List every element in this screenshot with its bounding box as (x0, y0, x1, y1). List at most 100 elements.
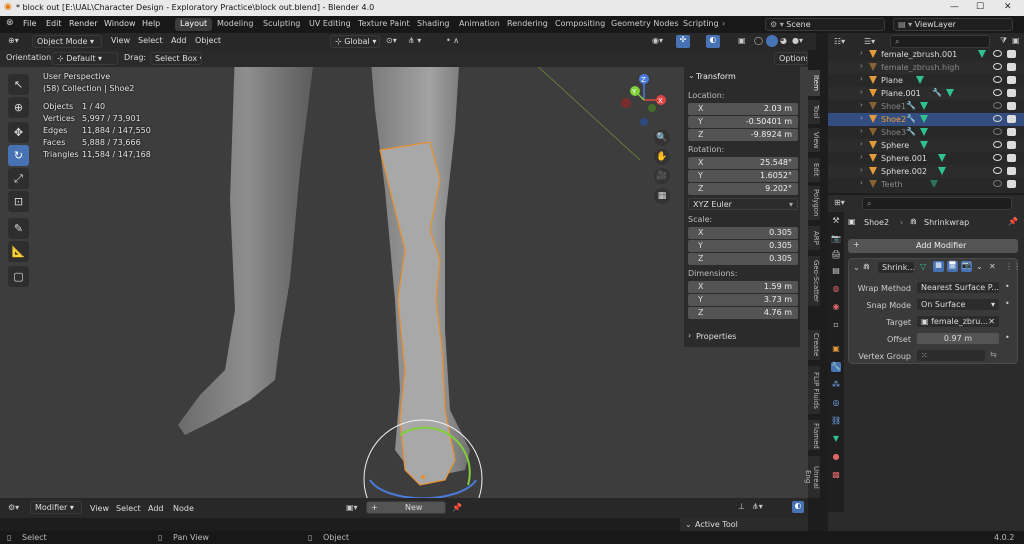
particles-tab-icon[interactable]: ⁂ (831, 380, 841, 390)
tab-edit[interactable]: Edit (808, 158, 820, 182)
menu-select[interactable]: Select (138, 36, 163, 45)
tab-polygon[interactable]: Polygon (808, 186, 820, 220)
hidden-eye-icon[interactable] (993, 102, 1002, 109)
pin-icon[interactable]: 📌 (452, 503, 462, 512)
view-layer-tab-icon[interactable]: ▤ (831, 266, 841, 276)
mode-dropdown[interactable]: Object Mode ▾ (32, 35, 102, 48)
hidden-eye-icon[interactable] (993, 180, 1002, 187)
visibility-eye-icon[interactable] (993, 115, 1002, 122)
navigation-gizmo[interactable]: Z X Y (616, 70, 672, 130)
render-camera-icon[interactable] (1007, 167, 1016, 175)
menu-view[interactable]: View (111, 36, 130, 45)
menu-view[interactable]: View (90, 504, 109, 513)
chevron-right-icon[interactable]: › (722, 19, 725, 28)
keyframe-dot-icon[interactable]: • (1005, 282, 1010, 291)
remove-modifier-icon[interactable]: ✕ (989, 262, 996, 271)
vertex-group-field[interactable]: ⁙ (916, 349, 986, 362)
tab-item[interactable]: Item (808, 70, 820, 96)
dropdown-chevron-icon[interactable]: ⌄ (976, 262, 983, 271)
chevron-down-icon[interactable]: ⌄ (688, 71, 695, 80)
editor-type-icon[interactable]: ⊕▾ (8, 36, 19, 45)
render-camera-icon[interactable] (1007, 128, 1016, 136)
render-camera-icon[interactable] (1007, 76, 1016, 84)
dimensions-z-field[interactable]: Z 4.76 m (688, 307, 798, 319)
menu-file[interactable]: File (23, 19, 36, 28)
outliner-row[interactable]: › Sphere (828, 139, 1024, 152)
collection-tab-icon[interactable]: ▫ (831, 320, 841, 330)
tab-uv-editing[interactable]: UV Editing (304, 18, 356, 31)
visibility-eye-icon[interactable] (993, 154, 1002, 161)
tab-flip-fluids[interactable]: FLIP Fluids (808, 366, 820, 414)
snap-mode-dropdown[interactable]: On Surface ▾ (916, 298, 1000, 311)
visibility-icon[interactable]: ◉▾ (652, 36, 663, 45)
tab-modeling[interactable]: Modeling (212, 18, 258, 31)
chevron-down-icon[interactable]: ⌄ (853, 263, 860, 272)
output-tab-icon[interactable]: 🖨 (831, 250, 841, 260)
visibility-eye-icon[interactable] (993, 89, 1002, 96)
transform-tool-icon[interactable]: ⊡ (8, 191, 29, 212)
parent-node-icon[interactable]: ⊥ (738, 502, 745, 511)
render-camera-icon[interactable] (1007, 180, 1016, 188)
viewport-toggle-icon[interactable]: 🖥 (947, 261, 958, 272)
render-toggle-icon[interactable]: 📷 (961, 261, 972, 272)
properties-editor-icon[interactable]: ⊞▾ (834, 198, 845, 207)
transform-title[interactable]: Transform (696, 72, 736, 81)
view-layer-selector[interactable]: ▤ ▾ ViewLayer (893, 18, 1013, 31)
active-tool-header[interactable]: Active Tool (695, 520, 738, 529)
tab-texture-paint[interactable]: Texture Paint (353, 18, 415, 31)
visibility-eye-icon[interactable] (993, 141, 1002, 148)
target-object-field[interactable]: ▣ female_zbru... ✕ (916, 315, 1000, 328)
orientation-dropdown[interactable]: ⊹ Default ▾ (52, 52, 118, 65)
add-modifier-button[interactable]: + Add Modifier (848, 239, 1018, 253)
tab-view[interactable]: View (808, 128, 820, 152)
overlays-toggle-icon[interactable]: ◐ (792, 501, 804, 513)
offset-field[interactable]: 0.97 m (916, 332, 1000, 345)
proportional-edit-icon[interactable]: • ∧ (446, 36, 459, 45)
rotation-y-field[interactable]: Y 1.6052° (688, 170, 798, 182)
outliner-editor-icon[interactable]: ☷▾ (834, 37, 845, 46)
outliner-row[interactable]: › Plane.001 🔧 (828, 87, 1024, 100)
drag-handle-icon[interactable]: ⋮⋮ (1005, 262, 1021, 271)
tab-flamed[interactable]: Flamed (808, 420, 820, 450)
solid-shading-icon[interactable] (766, 35, 778, 47)
menu-node[interactable]: Node (173, 504, 194, 513)
new-collection-icon[interactable]: ▣ (1012, 36, 1020, 45)
snap-icon[interactable]: ⋔ ▾ (408, 36, 421, 45)
location-x-field[interactable]: X 2.03 m (688, 103, 798, 115)
tab-shading[interactable]: Shading (412, 18, 455, 31)
maximize-icon[interactable]: ☐ (976, 2, 984, 12)
tab-layout[interactable]: Layout (175, 18, 213, 31)
keyframe-dot-icon[interactable]: • (1005, 333, 1010, 342)
location-y-field[interactable]: Y -0.50401 m (688, 116, 798, 128)
node-tree-type-dropdown[interactable]: Modifier ▾ (30, 501, 82, 514)
object-tab-icon[interactable]: ▣ (831, 344, 841, 354)
scene-tab-icon[interactable]: ◍ (831, 284, 841, 294)
modifier-name-input[interactable]: Shrink... (877, 261, 915, 274)
dimensions-x-field[interactable]: X 1.59 m (688, 281, 798, 293)
data-tab-icon[interactable]: ▼ (831, 434, 841, 444)
properties-panel-header[interactable]: Properties (696, 332, 736, 341)
tab-unreal-engine[interactable]: Unreal Eng (804, 456, 820, 498)
tab-animation[interactable]: Animation (454, 18, 505, 31)
visibility-eye-icon[interactable] (993, 50, 1002, 57)
scale-z-field[interactable]: Z 0.305 (688, 253, 798, 265)
select-tool-icon[interactable]: ↖ (8, 74, 29, 95)
pin-icon[interactable]: 📌 (1008, 217, 1018, 226)
editor-type-icon[interactable]: ⚙▾ (8, 503, 19, 512)
measure-tool-icon[interactable]: 📐 (8, 241, 29, 262)
tab-tool[interactable]: Tool (808, 100, 820, 124)
outliner-row[interactable]: › female_zbrush.high (828, 61, 1024, 74)
visibility-eye-icon[interactable] (993, 76, 1002, 83)
outliner-row[interactable]: › Shoe1 🔧 (828, 100, 1024, 113)
tab-compositing[interactable]: Compositing (550, 18, 610, 31)
gizmo-toggle-icon[interactable]: ✣ (676, 35, 690, 48)
snap-toggle-icon[interactable]: ⋔▾ (752, 502, 763, 511)
physics-tab-icon[interactable]: ◎ (831, 398, 841, 408)
rotation-mode-dropdown[interactable]: XYZ Euler ▾ (688, 198, 798, 210)
menu-render[interactable]: Render (69, 19, 97, 28)
invert-arrows-icon[interactable]: ⇆ (990, 350, 997, 359)
perspective-grid-icon[interactable]: ▦ (654, 188, 670, 204)
outliner-row-selected[interactable]: › Shoe2 🔧 (828, 113, 1024, 126)
keyframe-dot-icon[interactable]: • (1005, 299, 1010, 308)
chevron-down-icon[interactable]: ⌄ (685, 520, 692, 529)
